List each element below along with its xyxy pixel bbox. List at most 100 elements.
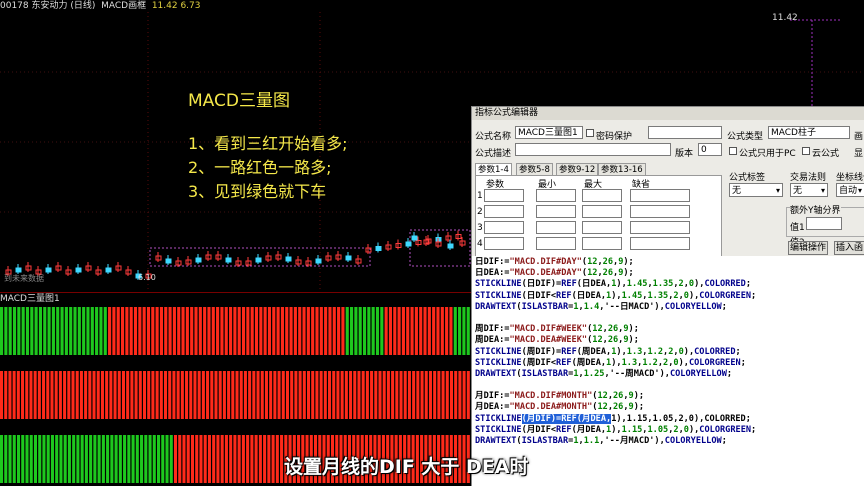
volume-bar [298, 371, 302, 419]
code-line[interactable]: STICKLINE(月DIF<REF(月DEA,1),1.15,1.05,2,0… [475, 425, 864, 436]
formula-tag-select[interactable]: 无 [729, 183, 783, 198]
code-line[interactable]: 日DEA:="MACD.DEA#DAY"(12,26,9); [475, 268, 864, 279]
formula-type-select[interactable]: MACD柱子 [768, 126, 850, 139]
param-cell[interactable] [484, 237, 524, 250]
volume-bar [54, 371, 58, 419]
param-cell[interactable] [582, 189, 622, 202]
volume-bar [453, 307, 457, 355]
insert-function-button[interactable]: 插入函 [834, 241, 864, 255]
code-line[interactable]: 月DIF:="MACD.DIF#MONTH"(12,26,9); [475, 391, 864, 402]
value1-input[interactable] [806, 217, 842, 230]
volume-bar [56, 307, 60, 355]
volume-bar [264, 371, 268, 419]
param-cell[interactable] [484, 205, 524, 218]
password-input[interactable] [648, 126, 722, 139]
code-line[interactable]: DRAWTEXT(ISLASTBAR=1,1.4,'--日MACD'),COLO… [475, 302, 864, 313]
annotation-title: MACD三量图 [188, 91, 290, 111]
code-line[interactable]: DRAWTEXT(ISLASTBAR=1,1.1,'--月MACD'),COLO… [475, 436, 864, 447]
param-cell[interactable] [582, 205, 622, 218]
volume-bar [432, 307, 436, 355]
code-line[interactable]: 日DIF:="MACD.DIF#DAY"(12,26,9); [475, 257, 864, 268]
code-line[interactable]: DRAWTEXT(ISLASTBAR=1,1.25,'--周MACD'),COL… [475, 369, 864, 380]
volume-bar [246, 307, 250, 355]
indicator-bar-label[interactable]: MACD三量图1 [0, 294, 60, 304]
code-line[interactable]: STICKLINE(周DIF)=REF(周DEA,1),1.3,1.2,2,0)… [475, 347, 864, 358]
param-cell[interactable] [582, 237, 622, 250]
volume-bar [47, 307, 51, 355]
param-cell[interactable] [484, 189, 524, 202]
formula-desc-label: 公式描述 [475, 149, 512, 159]
code-line[interactable]: 月DEA:="MACD.DEA#MONTH"(12,26,9); [475, 402, 864, 413]
volume-bar [374, 371, 378, 419]
volume-bar [201, 371, 205, 419]
param-cell[interactable] [582, 221, 622, 234]
code-line[interactable]: STICKLINE(周DIF<REF(周DEA,1),1.3,1.2,2,0),… [475, 358, 864, 369]
volume-bar [116, 307, 120, 355]
candle-body [345, 255, 352, 261]
code-line[interactable]: STICKLINE(月DIF)=REF(月DEA,1),1.15,1.05,2,… [475, 413, 864, 425]
formula-code-editor[interactable]: 日DIF:="MACD.DIF#DAY"(12,26,9); 日DEA:="MAC… [471, 256, 864, 486]
pc-only-checkbox[interactable] [729, 147, 737, 155]
volume-bar [0, 435, 4, 483]
volume-bar [172, 371, 176, 419]
volume-bar [298, 307, 302, 355]
code-line[interactable] [475, 313, 864, 324]
volume-bar [427, 307, 431, 355]
volume-bar [120, 307, 125, 355]
param-row-number: 1 [477, 191, 483, 201]
volume-bar [275, 435, 279, 483]
password-checkbox[interactable] [586, 129, 594, 137]
volume-bar [146, 307, 151, 355]
formula-editor-dialog: 指标公式编辑器 公式名称 MACD三量图1 密码保护 公式类型 MACD柱子 画… [471, 106, 864, 258]
coord-select[interactable]: 自动 [836, 183, 864, 198]
code-line[interactable]: STICKLINE(日DIF)=REF(日DEA,1),1.45,1.35,2,… [475, 279, 864, 290]
volume-bar [84, 371, 88, 419]
volume-bar [229, 435, 233, 483]
param-cell[interactable] [630, 237, 690, 250]
code-line[interactable]: STICKLINE(日DIF<REF(日DEA,1),1.45,1.35,2,0… [475, 291, 864, 302]
indicator-name[interactable]: MACD画框 [101, 1, 146, 11]
volume-bar [416, 371, 420, 419]
volume-bar [129, 307, 133, 355]
volume-bar [69, 307, 73, 355]
volume-bar [8, 435, 12, 483]
edit-operation-button[interactable]: 编辑操作 [788, 241, 828, 255]
volume-bar [38, 435, 42, 483]
volume-bar [258, 435, 262, 483]
formula-name-input[interactable]: MACD三量图1 [515, 126, 583, 139]
volume-bar [134, 371, 138, 419]
code-line[interactable]: 周DIF:="MACD.DIF#WEEK"(12,26,9); [475, 324, 864, 335]
volume-bar [229, 307, 233, 355]
candle-body [15, 267, 22, 273]
cloud-checkbox[interactable] [802, 147, 810, 155]
dialog-title: 指标公式编辑器 [472, 107, 864, 120]
volume-bar [63, 435, 67, 483]
volume-bar [324, 307, 328, 355]
trade-rule-select[interactable]: 无 [790, 183, 828, 198]
code-line[interactable] [475, 380, 864, 391]
param-cell[interactable] [536, 205, 576, 218]
volume-bar [203, 307, 207, 355]
volume-bar [462, 371, 466, 419]
volume-bar [118, 435, 122, 483]
volume-bar [263, 307, 267, 355]
param-cell[interactable] [630, 205, 690, 218]
volume-bar [395, 371, 399, 419]
volume-bar [12, 435, 16, 483]
formula-desc-input[interactable] [515, 143, 671, 156]
volume-bar [37, 371, 41, 419]
version-input[interactable]: 0 [698, 143, 722, 156]
param-cell[interactable] [536, 237, 576, 250]
volume-bar [337, 307, 341, 355]
param-cell[interactable] [630, 221, 690, 234]
volume-bar [140, 435, 144, 483]
param-cell[interactable] [536, 189, 576, 202]
param-cell[interactable] [536, 221, 576, 234]
code-line[interactable]: 周DEA:="MACD.DEA#WEEK"(12,26,9); [475, 335, 864, 346]
version-label: 版本 [675, 149, 694, 159]
volume-bar [302, 307, 306, 355]
param-cell[interactable] [630, 189, 690, 202]
param-cell[interactable] [484, 221, 524, 234]
formula-type-label: 公式类型 [727, 132, 764, 142]
volume-bar [290, 371, 294, 419]
